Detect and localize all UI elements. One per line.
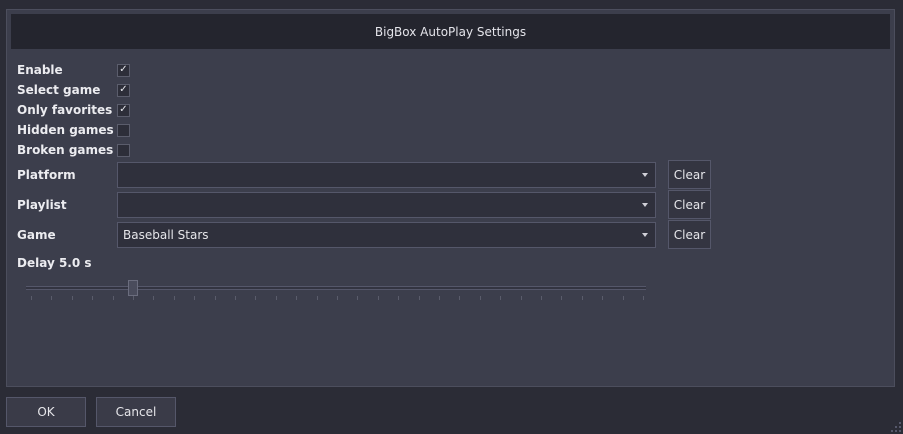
only-favorites-checkbox[interactable]: ✓ xyxy=(117,103,130,117)
slider-tick xyxy=(51,296,53,300)
option-label: Select game xyxy=(17,83,101,97)
platform-clear-button[interactable]: Clear xyxy=(668,160,711,189)
game-label: Game xyxy=(17,228,56,242)
playlist-clear-button[interactable]: Clear xyxy=(668,190,711,219)
slider-tick xyxy=(520,296,522,300)
checkmark-icon: ✓ xyxy=(119,64,128,75)
slider-tick xyxy=(459,296,461,300)
slider-tick xyxy=(439,296,440,300)
chevron-down-icon xyxy=(642,173,648,177)
playlist-label: Playlist xyxy=(17,198,67,212)
cancel-button[interactable]: Cancel xyxy=(96,397,176,427)
slider-tick xyxy=(92,296,94,300)
enable-checkbox[interactable]: ✓ xyxy=(117,63,130,77)
platform-label: Platform xyxy=(17,168,76,182)
slider-tick xyxy=(71,296,73,300)
slider-tick xyxy=(602,296,604,300)
game-dropdown[interactable]: Baseball Stars xyxy=(117,222,656,248)
option-hidden-games[interactable]: Hidden games xyxy=(17,121,130,139)
option-label: Only favorites xyxy=(17,103,113,117)
slider-tick xyxy=(255,296,257,300)
delay-label: Delay 5.0 s xyxy=(17,256,92,270)
slider-tick xyxy=(133,296,134,300)
slider-tick xyxy=(112,296,114,300)
select-game-checkbox[interactable]: ✓ xyxy=(117,83,130,97)
game-clear-button[interactable]: Clear xyxy=(668,220,711,249)
slider-tick xyxy=(541,296,542,300)
chevron-down-icon xyxy=(642,233,648,237)
window-title: BigBox AutoPlay Settings xyxy=(11,14,890,49)
slider-tick xyxy=(643,296,644,300)
ok-button[interactable]: OK xyxy=(6,397,86,427)
option-label: Broken games xyxy=(17,143,114,157)
option-only-favorites[interactable]: Only favorites ✓ xyxy=(17,101,130,119)
option-broken-games[interactable]: Broken games xyxy=(17,141,130,159)
slider-tick xyxy=(337,296,338,300)
delay-slider-ticks xyxy=(31,296,644,302)
slider-tick xyxy=(235,296,236,300)
delay-slider-handle[interactable] xyxy=(128,280,138,296)
option-select-game[interactable]: Select game ✓ xyxy=(17,81,130,99)
option-enable[interactable]: Enable ✓ xyxy=(17,61,130,79)
slider-tick xyxy=(479,296,481,300)
playlist-dropdown[interactable] xyxy=(117,192,656,218)
slider-tick xyxy=(418,296,420,300)
slider-tick xyxy=(581,296,583,300)
slider-tick xyxy=(500,296,502,300)
broken-games-checkbox[interactable] xyxy=(117,143,130,157)
slider-tick xyxy=(561,296,563,300)
delay-slider-track[interactable] xyxy=(26,286,646,290)
slider-tick xyxy=(214,296,216,300)
checkmark-icon: ✓ xyxy=(119,104,128,115)
slider-tick xyxy=(173,296,175,300)
option-label: Enable xyxy=(17,63,63,77)
game-value: Baseball Stars xyxy=(123,228,209,242)
slider-tick xyxy=(357,296,359,300)
slider-tick xyxy=(194,296,196,300)
resize-grip-icon[interactable] xyxy=(891,422,901,432)
option-label: Hidden games xyxy=(17,123,114,137)
slider-tick xyxy=(153,296,155,300)
slider-tick xyxy=(377,296,379,300)
slider-tick xyxy=(296,296,298,300)
slider-tick xyxy=(275,296,277,300)
slider-tick xyxy=(622,296,624,300)
slider-tick xyxy=(31,296,32,300)
checkmark-icon: ✓ xyxy=(119,84,128,95)
slider-tick xyxy=(398,296,400,300)
settings-panel: BigBox AutoPlay Settings Enable ✓ Select… xyxy=(6,9,895,387)
hidden-games-checkbox[interactable] xyxy=(117,123,130,137)
platform-dropdown[interactable] xyxy=(117,162,656,188)
slider-tick xyxy=(316,296,318,300)
chevron-down-icon xyxy=(642,203,648,207)
